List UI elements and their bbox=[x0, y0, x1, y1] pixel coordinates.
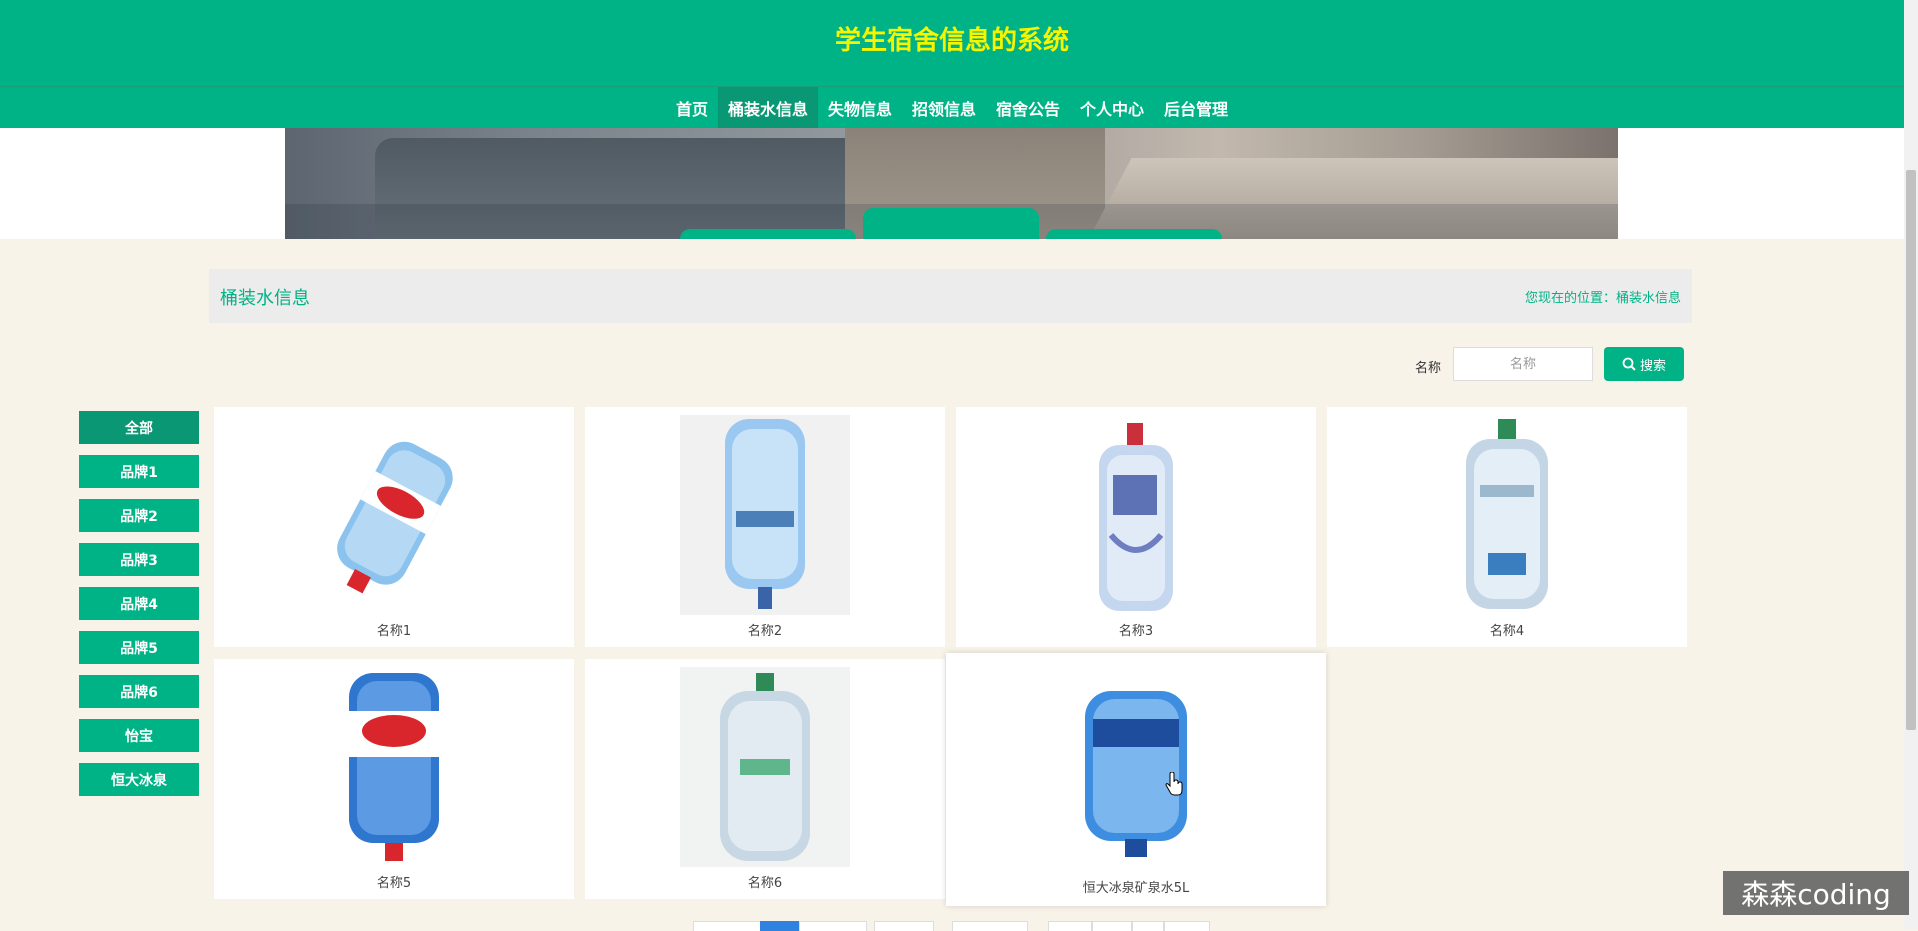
water-bottle-image bbox=[1051, 663, 1221, 863]
breadcrumb-location: 您现在的位置：桶装水信息 bbox=[1524, 291, 1681, 306]
product-name: 恒大冰泉矿泉水5L bbox=[1082, 881, 1190, 896]
product-name: 名称2 bbox=[747, 624, 783, 639]
water-bottle-image bbox=[680, 415, 850, 615]
product-card[interactable]: 恒大冰泉矿泉水5L bbox=[946, 653, 1326, 906]
site-header: 学生宿舍信息的系统 首页 桶装水信息 失物信息 招领信息 宿舍公告 个人中心 后… bbox=[0, 0, 1904, 128]
water-bottle-image bbox=[349, 673, 439, 861]
nav-home[interactable]: 首页 bbox=[666, 87, 718, 128]
water-bottle-image bbox=[337, 441, 453, 594]
category-brand1[interactable]: 品牌1 bbox=[79, 455, 199, 488]
product-name: 名称4 bbox=[1489, 624, 1525, 639]
category-brand6[interactable]: 品牌6 bbox=[79, 675, 199, 708]
category-yibao[interactable]: 怡宝 bbox=[79, 719, 199, 752]
product-name: 名称3 bbox=[1118, 624, 1154, 639]
page-scrollbar[interactable] bbox=[1904, 0, 1918, 930]
banner-carousel[interactable] bbox=[285, 128, 1618, 239]
site-title: 学生宿舍信息的系统 bbox=[834, 26, 1069, 56]
banner-area bbox=[0, 128, 1904, 239]
product-card[interactable]: 名称1 bbox=[214, 407, 574, 647]
product-card[interactable]: 名称5 bbox=[214, 659, 574, 899]
category-brand3[interactable]: 品牌3 bbox=[79, 543, 199, 576]
water-bottle-image bbox=[680, 667, 850, 867]
product-card[interactable]: 名称4 bbox=[1327, 407, 1687, 647]
product-name: 名称1 bbox=[376, 624, 412, 639]
search-input[interactable] bbox=[1453, 347, 1593, 381]
breadcrumb: 桶装水信息 您现在的位置：桶装水信息 bbox=[209, 269, 1692, 323]
nav-lost[interactable]: 失物信息 bbox=[818, 87, 902, 128]
hand-cursor-icon bbox=[1165, 772, 1183, 796]
category-all[interactable]: 全部 bbox=[79, 411, 199, 444]
nav-admin[interactable]: 后台管理 bbox=[1154, 87, 1238, 128]
scrollbar-thumb[interactable] bbox=[1906, 170, 1916, 730]
page-title: 桶装水信息 bbox=[220, 288, 310, 309]
nav-found[interactable]: 招领信息 bbox=[902, 87, 986, 128]
search-button-label: 搜索 bbox=[1639, 358, 1666, 374]
water-bottle-image bbox=[1466, 419, 1548, 609]
category-brand4[interactable]: 品牌4 bbox=[79, 587, 199, 620]
search-label: 名称 bbox=[1415, 361, 1442, 376]
nav-notice[interactable]: 宿舍公告 bbox=[986, 87, 1070, 128]
main-nav: 首页 桶装水信息 失物信息 招领信息 宿舍公告 个人中心 后台管理 bbox=[0, 87, 1904, 128]
carousel-indicator-3[interactable] bbox=[1046, 229, 1222, 239]
product-card[interactable]: 名称3 bbox=[956, 407, 1316, 647]
product-name: 名称5 bbox=[376, 876, 412, 891]
product-name: 名称6 bbox=[747, 876, 783, 891]
carousel-indicator-1[interactable] bbox=[680, 229, 856, 239]
product-card[interactable]: 名称2 bbox=[585, 407, 945, 647]
nav-profile[interactable]: 个人中心 bbox=[1070, 87, 1154, 128]
category-brand5[interactable]: 品牌5 bbox=[79, 631, 199, 664]
carousel-indicator-2[interactable] bbox=[863, 208, 1039, 239]
category-hengda[interactable]: 恒大冰泉 bbox=[79, 763, 199, 796]
product-card[interactable]: 名称6 bbox=[585, 659, 945, 899]
nav-water[interactable]: 桶装水信息 bbox=[717, 87, 818, 128]
watermark: 森森coding bbox=[1723, 871, 1909, 915]
category-brand2[interactable]: 品牌2 bbox=[79, 499, 199, 532]
water-bottle-image bbox=[1099, 423, 1173, 611]
search-icon bbox=[1622, 357, 1636, 371]
search-button[interactable]: 搜索 bbox=[1604, 347, 1684, 381]
